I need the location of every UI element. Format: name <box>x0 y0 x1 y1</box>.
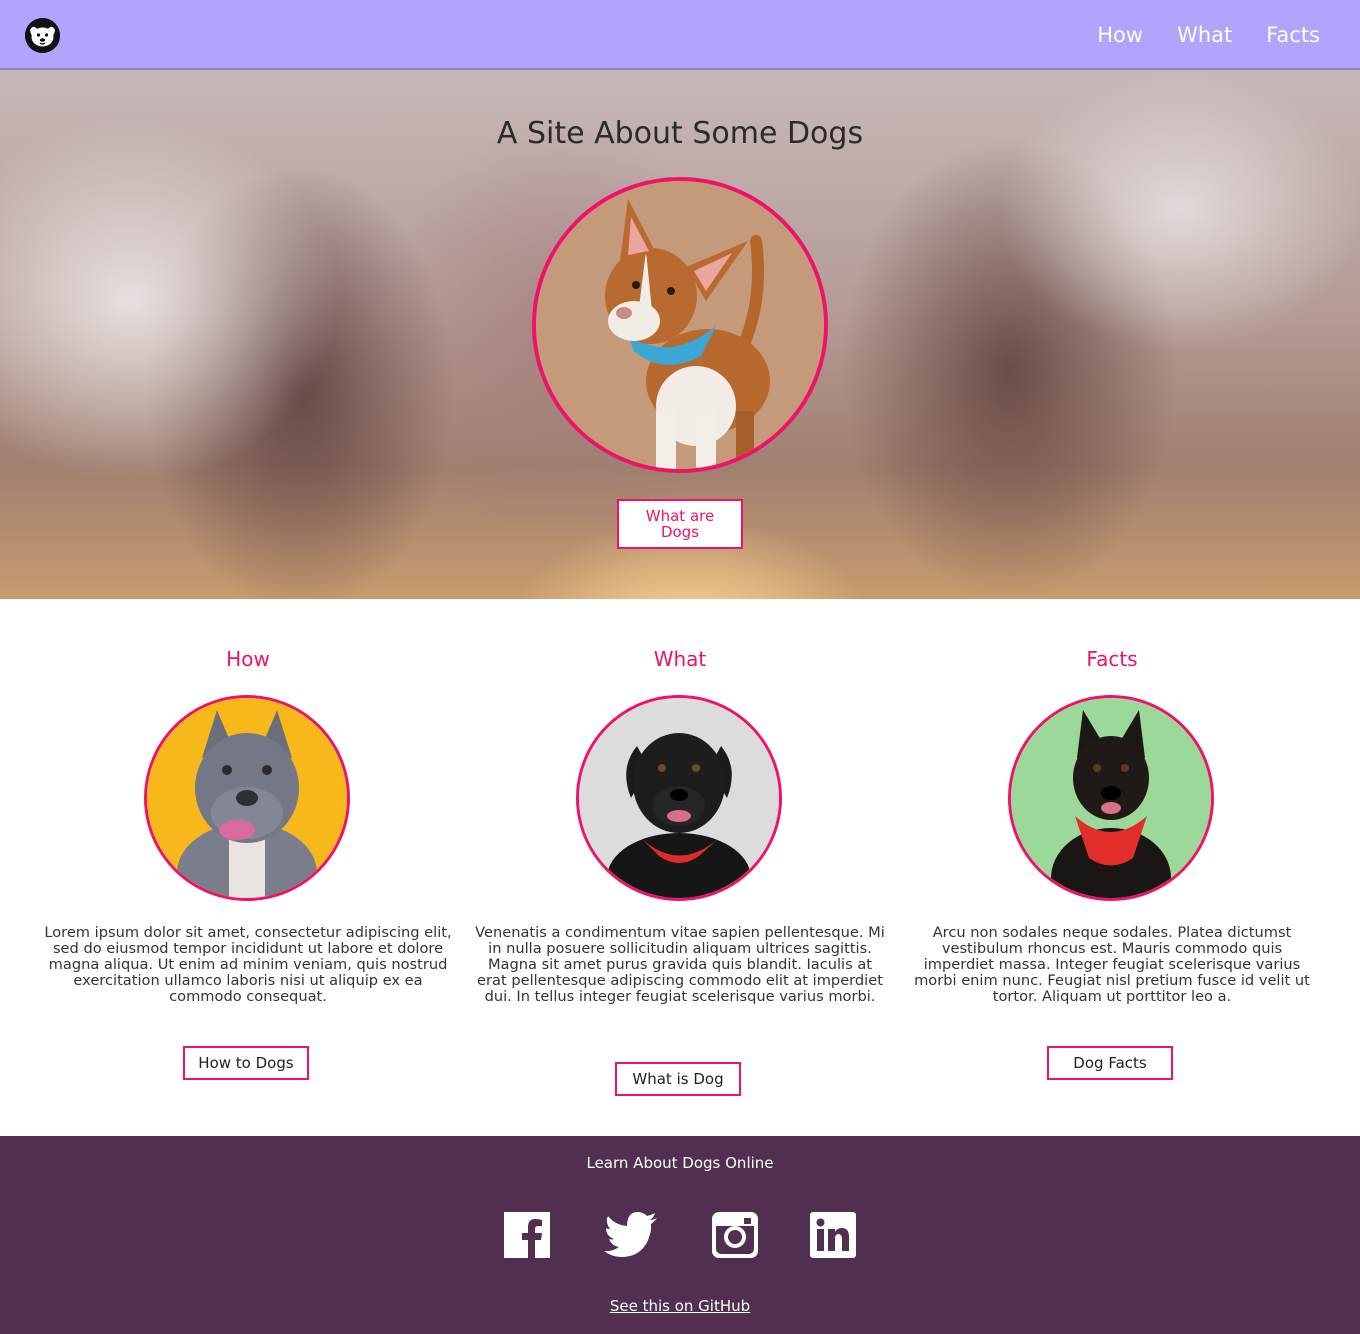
feature-title: Facts <box>1086 647 1138 671</box>
facts-dog-photo <box>1008 695 1214 901</box>
hero-title: A Site About Some Dogs <box>496 116 864 151</box>
dog-facts-button[interactable]: Dog Facts <box>1047 1046 1173 1080</box>
what-is-dog-button[interactable]: What is Dog <box>615 1062 741 1096</box>
feature-description: Arcu non sodales neque sodales. Platea d… <box>914 924 1310 1005</box>
main-nav: How What Facts <box>1063 0 1320 70</box>
facebook-icon[interactable] <box>504 1212 550 1258</box>
feature-description: Venenatis a condimentum vitae sapien pel… <box>475 924 885 1005</box>
what-dog-photo <box>576 695 782 901</box>
what-are-dogs-button[interactable]: What are Dogs <box>617 499 743 549</box>
feature-title: How <box>226 647 270 671</box>
hero-dog-photo <box>532 177 828 473</box>
features-section: How Lorem ipsum dolor sit amet, consecte… <box>0 599 1360 1136</box>
site-footer: Learn About Dogs Online See this on GitH… <box>0 1136 1360 1334</box>
github-link[interactable]: See this on GitHub <box>0 1297 1360 1315</box>
dog-logo-icon[interactable] <box>25 18 60 53</box>
footer-title: Learn About Dogs Online <box>586 1154 774 1172</box>
hero-section: A Site About Some Dogs What are Dogs <box>0 70 1360 599</box>
twitter-icon[interactable] <box>604 1212 658 1258</box>
nav-link-how[interactable]: How <box>1097 23 1143 47</box>
how-dog-photo <box>144 695 350 901</box>
site-header: How What Facts <box>0 0 1360 70</box>
feature-description: Lorem ipsum dolor sit amet, consectetur … <box>44 924 452 1005</box>
linkedin-icon[interactable] <box>810 1212 856 1258</box>
how-to-dogs-button[interactable]: How to Dogs <box>183 1046 309 1080</box>
nav-link-facts[interactable]: Facts <box>1266 23 1320 47</box>
instagram-icon[interactable] <box>712 1212 758 1258</box>
feature-title: What <box>653 647 707 671</box>
nav-link-what[interactable]: What <box>1177 23 1232 47</box>
